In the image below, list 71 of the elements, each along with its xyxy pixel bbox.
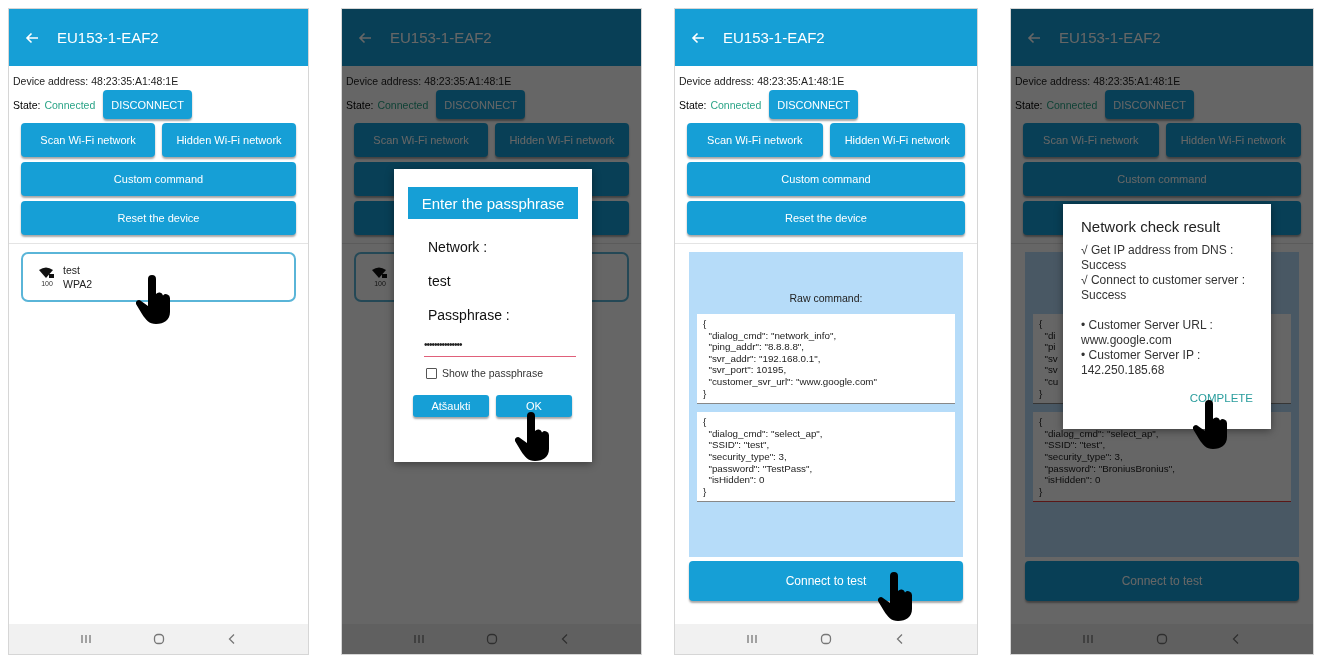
home-icon (152, 633, 165, 645)
home-icon (1156, 633, 1168, 645)
state-value: Connected (1046, 98, 1098, 111)
home-icon (820, 633, 832, 645)
check-result: √ Connect to customer server : (1081, 273, 1246, 288)
code-block[interactable]: { "dialog_cmd": "network_info", "ping_addr": "8.8.8.8", "svr_addr": "192.168.0.1", "svr_port": 10195, "customer_svr_url": "www.google.com" } (697, 314, 955, 405)
action-button[interactable]: Custom command (1023, 162, 1301, 196)
disconnect-button[interactable]: DISCONNECT (103, 90, 192, 119)
action-button[interactable]: Hidden Wi-Fi network (495, 123, 629, 157)
screen-title: EU153-1-EAF2 (57, 29, 159, 46)
state-label: State: (13, 98, 41, 111)
state-label: State: (346, 98, 374, 111)
back-arrow-icon (1027, 31, 1041, 44)
recent-apps-icon (1082, 633, 1094, 645)
detail-label: • Customer Server IP : (1081, 348, 1202, 363)
action-button[interactable]: Scan Wi-Fi network (354, 123, 488, 157)
state-value: Connected (44, 98, 96, 111)
raw-command-label: Raw command: (789, 292, 863, 306)
dialog-title: Enter the passphrase (408, 187, 578, 219)
action-button[interactable]: Custom command (687, 162, 965, 196)
action-button[interactable]: Reset the device (21, 201, 296, 235)
detail-value: www.google.com (1081, 333, 1173, 348)
detail-value: 142.250.185.68 (1081, 363, 1166, 378)
wifi-lock-icon (372, 267, 388, 279)
device-address: Device address: 48:23:35:A1:48:1E (345, 74, 513, 87)
connect-button[interactable]: Connect to test (1025, 561, 1299, 601)
wifi-lock-icon (39, 267, 55, 279)
state-label: State: (1015, 98, 1043, 111)
disconnect-button[interactable]: DISCONNECT (1105, 90, 1194, 119)
device-address: Device address: 48:23:35:A1:48:1E (678, 74, 846, 87)
check-result: √ Get IP address from DNS : (1081, 243, 1235, 258)
action-button[interactable]: Hidden Wi-Fi network (829, 123, 965, 157)
cancel-button[interactable]: Atšaukti (413, 395, 489, 417)
state-value: Connected (710, 98, 762, 111)
disconnect-button[interactable]: DISCONNECT (436, 90, 525, 119)
action-button[interactable]: Custom command (21, 162, 296, 196)
action-button[interactable]: Scan Wi-Fi network (687, 123, 823, 157)
disconnect-button[interactable]: DISCONNECT (769, 90, 858, 119)
network-label: Network : (428, 239, 489, 255)
back-arrow-icon (25, 31, 39, 44)
passphrase-field[interactable]: ••••••••••••••• (424, 339, 576, 357)
check-status: Success (1081, 288, 1128, 303)
recent-apps-icon (746, 633, 758, 645)
action-button[interactable]: Hidden Wi-Fi network (162, 123, 296, 157)
back-arrow-icon (358, 31, 372, 44)
checkbox-label: Show the passphrase (442, 367, 543, 379)
screen-title: EU153-1-EAF2 (723, 29, 825, 46)
network-name: test (63, 264, 81, 276)
device-address: Device address: 48:23:35:A1:48:1E (12, 74, 180, 87)
check-status: Success (1081, 258, 1128, 273)
action-button[interactable]: Scan Wi-Fi network (21, 123, 155, 157)
screen-title: EU153-1-EAF2 (1059, 29, 1161, 46)
state-label: State: (679, 98, 707, 111)
code-block[interactable]: { "dialog_cmd": "select_ap", "SSID": "test", "security_type": 3, "password": "TestPass", "isHidden": 0 } (697, 412, 955, 503)
action-button[interactable]: Scan Wi-Fi network (1023, 123, 1159, 157)
passphrase-label: Passphrase : (428, 307, 511, 323)
network-security: WPA2 (63, 278, 92, 290)
detail-label: • Customer Server URL : (1081, 318, 1214, 333)
network-name: test (428, 273, 452, 289)
action-button[interactable]: Hidden Wi-Fi network (1165, 123, 1301, 157)
device-address: Device address: 48:23:35:A1:48:1E (1014, 74, 1182, 87)
action-button[interactable]: Reset the device (687, 201, 965, 235)
checkbox[interactable] (426, 367, 437, 379)
dialog-title: Network check result (1081, 218, 1222, 235)
state-value: Connected (377, 98, 429, 111)
back-arrow-icon (691, 31, 705, 44)
complete-button[interactable]: COMPLETE (1189, 392, 1253, 404)
screen-title: EU153-1-EAF2 (390, 29, 492, 46)
home-icon (485, 633, 498, 645)
recent-apps-icon (412, 633, 425, 645)
recent-apps-icon (79, 633, 92, 645)
